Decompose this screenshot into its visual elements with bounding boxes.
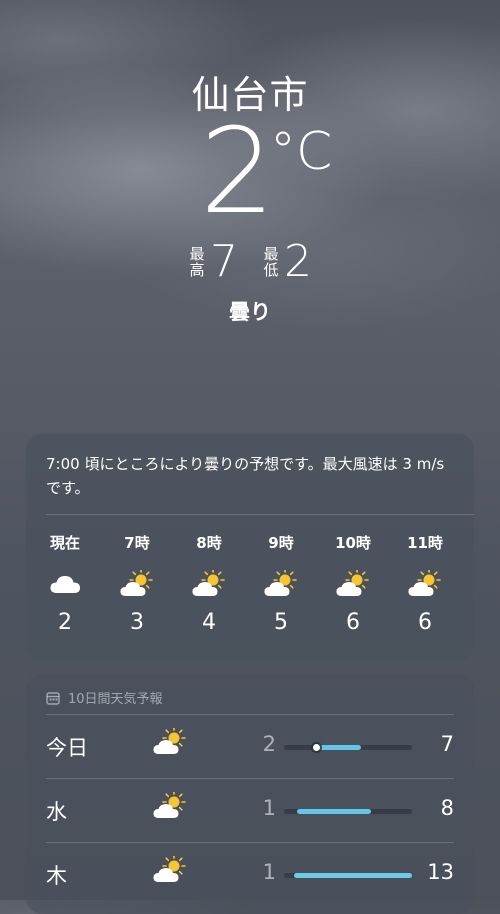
low-temperature: 2 <box>284 236 312 287</box>
hour-temperature: 3 <box>130 610 144 635</box>
hour-item: 10時 6 <box>318 532 388 635</box>
hourly-summary: 7:00 頃にところにより曇りの予想です。最大風速は 3 m/s です。 <box>46 455 445 497</box>
temperature-value: 2 <box>200 102 276 240</box>
hour-time: 9時 <box>268 534 294 552</box>
low-label: 最低 <box>263 245 279 279</box>
temperature-range-fill <box>294 873 412 878</box>
forecast-day: 水 <box>46 800 67 824</box>
forecast-low: 1 <box>262 860 276 884</box>
high-label: 最高 <box>189 245 205 279</box>
hourly-divider <box>46 514 474 515</box>
hour-temperature: 6 <box>418 610 432 635</box>
partly-sunny-icon <box>102 566 172 602</box>
hour-item: 11時 6 <box>390 532 460 635</box>
high-low-temperatures: 最高 7 最低 2 <box>0 236 500 290</box>
cloud-icon <box>30 566 100 602</box>
temperature-range-fill <box>316 745 361 750</box>
temperature-range-bar <box>284 809 412 814</box>
hour-item: 現在 2 <box>30 532 100 635</box>
hour-temperature: 4 <box>202 610 216 635</box>
hour-item: 8時 4 <box>174 532 244 635</box>
forecast-row[interactable]: 今日 2 7 <box>26 714 474 778</box>
forecast-row[interactable]: 水 1 8 <box>26 778 474 842</box>
ten-day-title: 10日間天気予報 <box>68 692 163 707</box>
partly-sunny-icon <box>152 790 188 824</box>
partly-sunny-icon <box>152 854 188 888</box>
ten-day-forecast-card[interactable]: 10日間天気予報 今日 2 7 水 1 8 木 1 13 <box>26 674 474 914</box>
temperature-range-bar <box>284 873 412 878</box>
hour-temperature: 5 <box>274 610 288 635</box>
forecast-low: 2 <box>262 732 276 756</box>
weather-condition: 曇り <box>229 300 271 324</box>
forecast-day: 今日 <box>46 736 88 760</box>
hour-item: 9時 5 <box>246 532 316 635</box>
current-temperature: 2 °C <box>0 112 500 232</box>
forecast-high: 7 <box>440 732 454 756</box>
forecast-high: 13 <box>427 860 454 884</box>
hour-time: 11時 <box>407 534 443 552</box>
temperature-range-fill <box>297 809 371 814</box>
hourly-forecast-card[interactable]: 7:00 頃にところにより曇りの予想です。最大風速は 3 m/s です。 現在 2… <box>26 434 474 660</box>
current-temp-marker <box>313 744 320 751</box>
calendar-icon <box>46 691 60 705</box>
partly-sunny-icon <box>390 566 460 602</box>
forecast-low: 1 <box>262 796 276 820</box>
temperature-range-bar <box>284 744 412 751</box>
hour-temperature: 6 <box>346 610 360 635</box>
current-weather-header: 仙台市 2 °C 最高 7 最低 2 曇り <box>0 0 500 330</box>
forecast-day: 木 <box>46 864 67 888</box>
row-divider <box>46 714 454 715</box>
hour-time: 現在 <box>49 534 80 552</box>
row-divider <box>46 842 454 843</box>
hour-item: 7時 3 <box>102 532 172 635</box>
partly-sunny-icon <box>318 566 388 602</box>
ten-day-header: 10日間天気予報 <box>46 688 163 707</box>
row-divider <box>46 778 454 779</box>
partly-sunny-icon <box>246 566 316 602</box>
forecast-high: 8 <box>440 796 454 820</box>
hour-temperature: 2 <box>58 610 72 635</box>
partly-sunny-icon <box>152 726 188 760</box>
temperature-unit: °C <box>270 122 333 182</box>
hour-time: 7時 <box>124 534 150 552</box>
high-temperature: 7 <box>210 236 238 287</box>
hour-time: 10時 <box>335 534 371 552</box>
forecast-row[interactable]: 木 1 13 <box>26 842 474 906</box>
partly-sunny-icon <box>174 566 244 602</box>
hour-time: 8時 <box>196 534 222 552</box>
